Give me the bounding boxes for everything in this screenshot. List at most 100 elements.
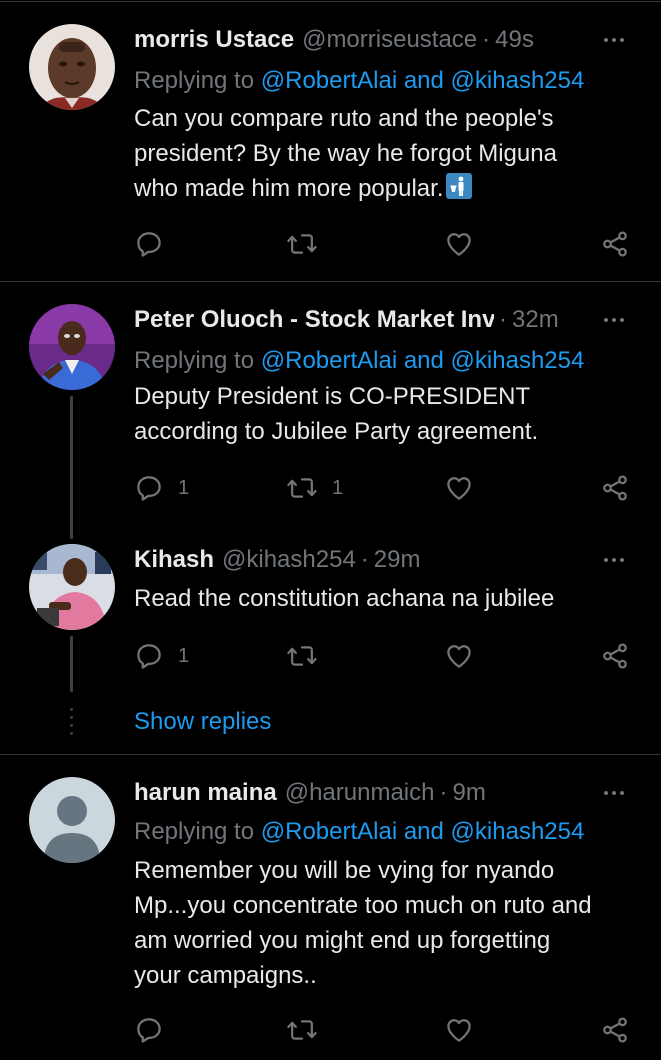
retweet-icon — [287, 478, 317, 498]
tweet-text-line: your campaigns.. — [134, 962, 317, 989]
like-button[interactable] — [444, 227, 488, 261]
thread-continuation-dots — [70, 708, 73, 740]
tweet-actions: 1 — [134, 639, 634, 673]
share-icon — [603, 231, 627, 257]
like-icon — [447, 645, 471, 668]
display-name[interactable]: morris Ustace — [134, 24, 294, 56]
more-icon[interactable] — [597, 779, 631, 807]
replying-to: Replying to @RobertAlai and @kihash254 — [134, 815, 584, 849]
thread-line — [70, 396, 73, 539]
reply-button[interactable] — [134, 227, 178, 261]
user-handle[interactable]: @harunmaich — [285, 777, 435, 809]
share-icon — [603, 1017, 627, 1043]
tweet-text-line: Read the constitution achana na jubilee — [134, 585, 555, 612]
share-button[interactable] — [600, 471, 630, 505]
replying-to-label: Replying to — [134, 818, 261, 845]
separator-dot: · — [360, 546, 369, 573]
divider — [0, 281, 661, 282]
avatar[interactable] — [29, 24, 115, 110]
retweet-count: 1 — [332, 476, 344, 499]
share-icon — [603, 475, 627, 501]
like-button[interactable] — [444, 639, 488, 673]
avatar[interactable] — [29, 777, 115, 863]
replying-to: Replying to @RobertAlai and @kihash254 — [134, 64, 584, 98]
separator-dot: · — [439, 779, 448, 806]
thread-line — [70, 636, 73, 692]
more-icon[interactable] — [597, 26, 631, 54]
tweet[interactable]: harun maina @harunmaich · 9m Replying to… — [0, 777, 661, 1060]
tweet-text: Deputy President is CO-PRESIDENT accordi… — [134, 379, 634, 449]
reply-button[interactable]: 1 — [134, 639, 189, 673]
reply-count: 1 — [178, 476, 190, 499]
tweet[interactable]: Kihash @kihash254 · 29m Read the constit… — [0, 544, 661, 694]
timestamp[interactable]: 49s — [495, 24, 534, 56]
replying-to-mentions[interactable]: @RobertAlai and @kihash254 — [261, 347, 585, 374]
tweet-text: Can you compare ruto and the people's pr… — [134, 101, 634, 206]
divider — [0, 754, 661, 755]
tweet-header: morris Ustace @morriseustace · 49s — [134, 24, 594, 56]
reply-button[interactable]: 1 — [134, 471, 189, 505]
display-name[interactable]: Kihash — [134, 544, 214, 576]
reply-count: 1 — [178, 644, 190, 667]
avatar[interactable] — [29, 304, 115, 390]
display-name[interactable]: Peter Oluoch - Stock Market Inᴠ — [134, 304, 494, 336]
reply-icon — [137, 476, 161, 501]
tweet-header: Kihash @kihash254 · 29m — [134, 544, 594, 576]
avatar[interactable] — [29, 544, 115, 630]
like-button[interactable] — [444, 471, 488, 505]
share-button[interactable] — [600, 1013, 630, 1047]
user-handle[interactable]: @morriseustace — [302, 24, 477, 56]
retweet-icon — [287, 234, 317, 254]
replying-to-label: Replying to — [134, 347, 261, 374]
display-name[interactable]: harun maina — [134, 777, 277, 809]
reply-icon — [137, 644, 161, 669]
separator-dot: · — [482, 26, 491, 53]
tweet-text-line: Remember you will be vying for nyando — [134, 857, 555, 884]
replying-to-mentions[interactable]: @RobertAlai and @kihash254 — [261, 67, 585, 94]
more-icon[interactable] — [597, 546, 631, 574]
tweet-header: Peter Oluoch - Stock Market Inᴠ · 32m — [134, 304, 594, 336]
tweet-actions — [134, 1013, 634, 1047]
show-replies-link[interactable]: Show replies — [134, 707, 271, 737]
tweet[interactable]: morris Ustace @morriseustace · 49s Reply… — [0, 24, 661, 284]
tweet-text-line: president? By the way he forgot Miguna — [134, 140, 557, 167]
tweet-actions: 1 1 — [134, 471, 634, 505]
timestamp[interactable]: 32m — [512, 304, 559, 336]
retweet-icon — [287, 1020, 317, 1040]
tweet-actions — [134, 227, 634, 261]
replying-to: Replying to @RobertAlai and @kihash254 — [134, 344, 584, 378]
retweet-button[interactable] — [286, 227, 332, 261]
tweet-text-line: Mp...you concentrate too much on ruto an… — [134, 892, 592, 919]
divider — [0, 1, 661, 2]
retweet-button[interactable] — [286, 1013, 332, 1047]
tweet-text-line-with-emoji: who made him more popular. — [134, 171, 634, 206]
tweet-text-line: who made him more popular. — [134, 175, 444, 202]
tweet-text-line: according to Jubilee Party agreement. — [134, 418, 539, 445]
reply-icon — [137, 232, 161, 257]
user-handle[interactable]: @kihash254 — [222, 544, 356, 576]
timestamp[interactable]: 29m — [374, 544, 421, 576]
reply-icon — [137, 1018, 161, 1043]
replying-to-mentions[interactable]: @RobertAlai and @kihash254 — [261, 818, 585, 845]
like-icon — [447, 477, 471, 500]
more-icon[interactable] — [597, 306, 631, 334]
retweet-button[interactable]: 1 — [286, 471, 343, 505]
tweet-header: harun maina @harunmaich · 9m — [134, 777, 594, 809]
replying-to-label: Replying to — [134, 67, 261, 94]
tweet-text-line: Can you compare ruto and the people's — [134, 105, 554, 132]
reply-button[interactable] — [134, 1013, 178, 1047]
timestamp[interactable]: 9m — [452, 777, 485, 809]
toilet-sign-emoji-icon — [445, 173, 472, 199]
share-button[interactable] — [600, 639, 630, 673]
retweet-icon — [287, 646, 317, 666]
tweet-text-line: Deputy President is CO-PRESIDENT — [134, 383, 531, 410]
tweet-text: Read the constitution achana na jubilee — [134, 581, 634, 616]
share-icon — [603, 643, 627, 669]
tweet-text: Remember you will be vying for nyando Mp… — [134, 853, 634, 993]
like-button[interactable] — [444, 1013, 488, 1047]
share-button[interactable] — [600, 227, 630, 261]
like-icon — [447, 1019, 471, 1042]
retweet-button[interactable] — [286, 639, 332, 673]
separator-dot: · — [499, 306, 507, 333]
tweet[interactable]: Peter Oluoch - Stock Market Inᴠ · 32m Re… — [0, 304, 661, 539]
